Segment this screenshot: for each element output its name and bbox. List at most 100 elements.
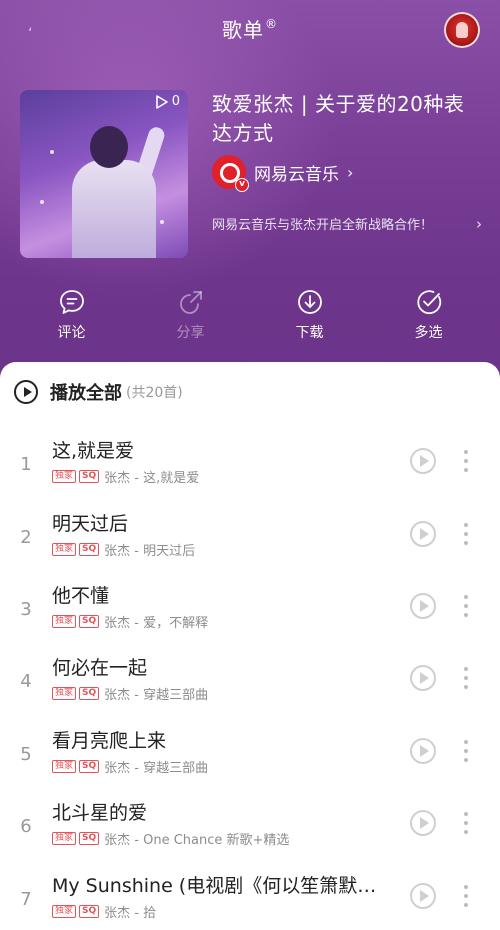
song-row[interactable]: 5 看月亮爬上来 独家 SQ 张杰 - 穿越三部曲 (0, 726, 500, 798)
song-index: 5 (20, 744, 32, 765)
song-title: 看月亮爬上来 (52, 730, 167, 752)
sparkle-decor (40, 200, 44, 204)
creator-link[interactable]: v 网易云音乐 › (212, 155, 354, 192)
description-text: 网易云音乐与张杰开启全新战略合作！ (212, 218, 434, 233)
multi-select-label: 多选 (414, 325, 443, 341)
song-count: (共20首) (126, 385, 183, 401)
mv-play-icon[interactable] (410, 810, 436, 836)
song-row[interactable]: 7 My Sunshine (电视剧《何以笙箫默》… 独家 SQ 张杰 - 拾 (0, 871, 500, 930)
song-subtitle: 张杰 - One Chance 新歌+精选 (104, 833, 290, 848)
song-index: 1 (20, 454, 32, 475)
exclusive-tag: 独家 (52, 832, 77, 845)
verified-badge-icon: v (235, 178, 249, 192)
avatar[interactable] (444, 12, 480, 48)
comment-button[interactable]: 评论 (32, 288, 112, 342)
song-index: 2 (20, 527, 32, 548)
play-all-button[interactable]: 播放全部 (共20首) (14, 378, 183, 406)
playlist-title: 致爱张杰 | 关于爱的20种表达方式 (212, 92, 465, 145)
song-title: 明天过后 (52, 513, 129, 535)
mv-play-icon[interactable] (410, 883, 436, 909)
page-title: 歌单® (0, 14, 500, 43)
playlist-description[interactable]: 网易云音乐与张杰开启全新战略合作！ › (212, 214, 482, 234)
more-options-icon[interactable] (462, 595, 470, 617)
song-row[interactable]: 1 这,就是爱 独家 SQ 张杰 - 这,就是爱 (0, 436, 500, 508)
song-meta: 独家 SQ 张杰 - One Chance 新歌+精选 (52, 829, 289, 848)
sparkle-decor (50, 150, 54, 154)
playlist-cover[interactable]: 0 (20, 90, 188, 258)
song-title: 北斗星的爱 (52, 802, 148, 824)
song-list-panel: 播放全部 (共20首) 1 这,就是爱 独家 SQ 张杰 - 这,就是爱 2 明… (0, 362, 500, 930)
sq-tag: SQ (79, 760, 100, 773)
song-title: 何必在一起 (52, 657, 148, 679)
song-index: 6 (20, 816, 32, 837)
song-subtitle: 张杰 - 穿越三部曲 (104, 761, 209, 776)
mv-play-icon[interactable] (410, 738, 436, 764)
sq-tag: SQ (79, 543, 100, 556)
mv-play-icon[interactable] (410, 521, 436, 547)
song-row[interactable]: 3 他不懂 独家 SQ 张杰 - 爱，不解释 (0, 581, 500, 653)
sq-tag: SQ (79, 905, 100, 918)
song-meta: 独家 SQ 张杰 - 穿越三部曲 (52, 757, 208, 776)
song-row[interactable]: 6 北斗星的爱 独家 SQ 张杰 - One Chance 新歌+精选 (0, 798, 500, 870)
song-meta: 独家 SQ 张杰 - 穿越三部曲 (52, 684, 208, 703)
play-count-icon (155, 94, 168, 109)
song-meta: 独家 SQ 张杰 - 这,就是爱 (52, 467, 199, 486)
cover-figure (90, 126, 128, 168)
page-title-text: 歌单 (222, 18, 264, 42)
sq-tag: SQ (79, 470, 100, 483)
multi-select-button[interactable]: 多选 (389, 288, 469, 342)
download-icon (297, 290, 322, 314)
play-count-value: 0 (171, 94, 180, 109)
mv-play-icon[interactable] (410, 593, 436, 619)
share-label: 分享 (176, 325, 205, 341)
sparkle-decor (160, 220, 164, 224)
sq-tag: SQ (79, 687, 100, 700)
sq-tag: SQ (79, 832, 100, 845)
exclusive-tag: 独家 (52, 905, 77, 918)
song-meta: 独家 SQ 张杰 - 拾 (52, 902, 156, 921)
more-options-icon[interactable] (462, 667, 470, 689)
chevron-right-icon: › (347, 162, 354, 182)
song-subtitle: 张杰 - 拾 (104, 906, 157, 921)
song-title: 这,就是爱 (52, 440, 135, 462)
playlist-header: ‘ 歌单® 0 致爱张杰 | 关于爱的20种表达方式 v 网易云音乐 › 网易云… (0, 0, 500, 400)
song-row[interactable]: 2 明天过后 独家 SQ 张杰 - 明天过后 (0, 509, 500, 581)
creator-name: 网易云音乐 (254, 164, 339, 185)
mv-play-icon[interactable] (410, 665, 436, 691)
more-options-icon[interactable] (462, 450, 470, 472)
action-bar: 评论 分享 下载 多选 (0, 288, 500, 342)
download-button[interactable]: 下载 (270, 288, 350, 342)
sq-tag: SQ (79, 615, 100, 628)
chevron-right-icon: › (476, 214, 482, 233)
play-all-label: 播放全部 (50, 383, 122, 404)
exclusive-tag: 独家 (52, 760, 77, 773)
exclusive-tag: 独家 (52, 470, 77, 483)
exclusive-tag: 独家 (52, 615, 77, 628)
registered-mark: ® (265, 17, 278, 31)
cover-figure (72, 160, 156, 258)
song-subtitle: 张杰 - 明天过后 (104, 544, 196, 559)
song-title: 他不懂 (52, 585, 110, 607)
more-options-icon[interactable] (462, 885, 470, 907)
download-label: 下载 (295, 325, 324, 341)
song-title: My Sunshine (电视剧《何以笙箫默》… (52, 875, 392, 897)
song-subtitle: 张杰 - 这,就是爱 (104, 471, 200, 486)
share-button[interactable]: 分享 (151, 288, 231, 342)
song-row[interactable]: 4 何必在一起 独家 SQ 张杰 - 穿越三部曲 (0, 653, 500, 725)
exclusive-tag: 独家 (52, 687, 77, 700)
multi-select-icon (416, 290, 441, 314)
song-index: 7 (20, 889, 32, 910)
mv-play-icon[interactable] (410, 448, 436, 474)
netease-logo-icon: v (212, 155, 249, 192)
more-options-icon[interactable] (462, 740, 470, 762)
song-meta: 独家 SQ 张杰 - 爱，不解释 (52, 612, 208, 631)
exclusive-tag: 独家 (52, 543, 77, 556)
play-circle-icon (14, 380, 38, 404)
share-icon (179, 291, 202, 314)
comment-icon (59, 290, 84, 314)
more-options-icon[interactable] (462, 812, 470, 834)
more-options-icon[interactable] (462, 523, 470, 545)
song-index: 4 (20, 671, 32, 692)
song-subtitle: 张杰 - 穿越三部曲 (104, 688, 209, 703)
play-count: 0 (155, 94, 180, 109)
